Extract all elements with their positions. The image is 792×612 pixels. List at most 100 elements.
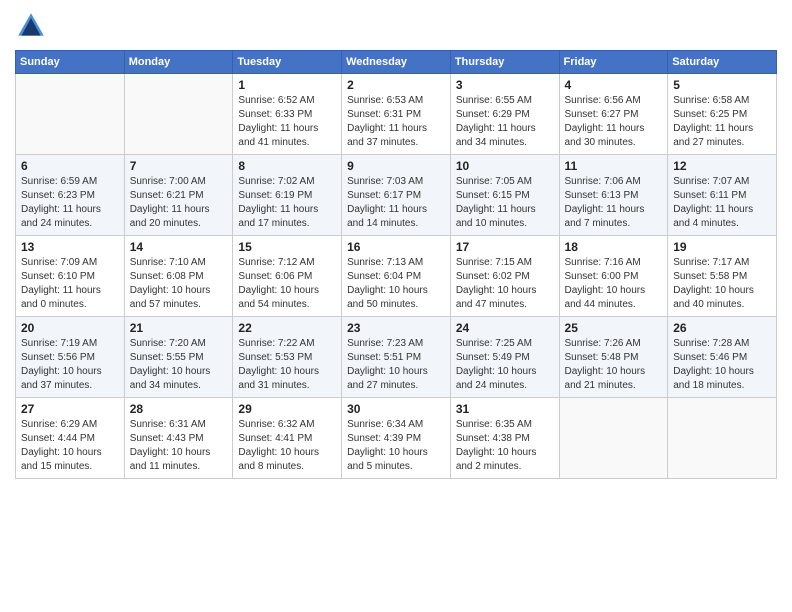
page: SundayMondayTuesdayWednesdayThursdayFrid… [0, 0, 792, 494]
day-of-week-header: Thursday [450, 51, 559, 74]
calendar-cell: 25 Sunrise: 7:26 AM Sunset: 5:48 PM Dayli… [559, 317, 668, 398]
day-number: 10 [456, 159, 554, 173]
calendar-cell: 21 Sunrise: 7:20 AM Sunset: 5:55 PM Dayli… [124, 317, 233, 398]
day-number: 24 [456, 321, 554, 335]
day-number: 25 [565, 321, 663, 335]
calendar-week-row: 13 Sunrise: 7:09 AM Sunset: 6:10 PM Dayli… [16, 236, 777, 317]
calendar-cell: 4 Sunrise: 6:56 AM Sunset: 6:27 PM Daylig… [559, 74, 668, 155]
logo [15, 10, 51, 42]
day-number: 19 [673, 240, 771, 254]
day-info: Sunrise: 7:07 AM Sunset: 6:11 PM Dayligh… [673, 175, 771, 231]
calendar-week-row: 27 Sunrise: 6:29 AM Sunset: 4:44 PM Dayli… [16, 398, 777, 479]
day-info: Sunrise: 6:55 AM Sunset: 6:29 PM Dayligh… [456, 94, 554, 150]
calendar-cell: 23 Sunrise: 7:23 AM Sunset: 5:51 PM Dayli… [342, 317, 451, 398]
day-info: Sunrise: 7:16 AM Sunset: 6:00 PM Dayligh… [565, 256, 663, 312]
calendar-cell: 7 Sunrise: 7:00 AM Sunset: 6:21 PM Daylig… [124, 155, 233, 236]
day-number: 14 [130, 240, 228, 254]
logo-icon [15, 10, 47, 42]
calendar-cell: 18 Sunrise: 7:16 AM Sunset: 6:00 PM Dayli… [559, 236, 668, 317]
day-number: 22 [238, 321, 336, 335]
calendar-week-row: 6Sunrise: 6:59 AM Sunset: 6:23 PM Daylig… [16, 155, 777, 236]
day-number: 4 [565, 78, 663, 92]
calendar-cell: 26 Sunrise: 7:28 AM Sunset: 5:46 PM Dayli… [668, 317, 777, 398]
day-info: Sunrise: 7:17 AM Sunset: 5:58 PM Dayligh… [673, 256, 771, 312]
day-number: 9 [347, 159, 445, 173]
calendar-cell: 9 Sunrise: 7:03 AM Sunset: 6:17 PM Daylig… [342, 155, 451, 236]
day-info: Sunrise: 7:28 AM Sunset: 5:46 PM Dayligh… [673, 337, 771, 393]
calendar-cell: 1 Sunrise: 6:52 AM Sunset: 6:33 PM Daylig… [233, 74, 342, 155]
calendar-cell: 13 Sunrise: 7:09 AM Sunset: 6:10 PM Dayli… [16, 236, 125, 317]
day-number: 8 [238, 159, 336, 173]
day-number: 2 [347, 78, 445, 92]
days-of-week-row: SundayMondayTuesdayWednesdayThursdayFrid… [16, 51, 777, 74]
day-number: 18 [565, 240, 663, 254]
day-info: Sunrise: 7:23 AM Sunset: 5:51 PM Dayligh… [347, 337, 445, 393]
day-number: 3 [456, 78, 554, 92]
day-info: Sunrise: 7:09 AM Sunset: 6:10 PM Dayligh… [21, 256, 119, 312]
day-info: Sunrise: 6:34 AM Sunset: 4:39 PM Dayligh… [347, 418, 445, 474]
calendar-week-row: 20 Sunrise: 7:19 AM Sunset: 5:56 PM Dayli… [16, 317, 777, 398]
day-number: 29 [238, 402, 336, 416]
calendar-week-row: 1 Sunrise: 6:52 AM Sunset: 6:33 PM Daylig… [16, 74, 777, 155]
day-info: Sunrise: 7:20 AM Sunset: 5:55 PM Dayligh… [130, 337, 228, 393]
day-info: Sunrise: 7:05 AM Sunset: 6:15 PM Dayligh… [456, 175, 554, 231]
day-number: 13 [21, 240, 119, 254]
day-info: Sunrise: 6:56 AM Sunset: 6:27 PM Dayligh… [565, 94, 663, 150]
day-number: 5 [673, 78, 771, 92]
calendar-cell: 29Sunrise: 6:32 AM Sunset: 4:41 PM Dayli… [233, 398, 342, 479]
day-number: 7 [130, 159, 228, 173]
day-number: 23 [347, 321, 445, 335]
calendar-cell: 20 Sunrise: 7:19 AM Sunset: 5:56 PM Dayli… [16, 317, 125, 398]
calendar-cell [16, 74, 125, 155]
day-info: Sunrise: 7:19 AM Sunset: 5:56 PM Dayligh… [21, 337, 119, 393]
calendar-cell: 11 Sunrise: 7:06 AM Sunset: 6:13 PM Dayli… [559, 155, 668, 236]
day-info: Sunrise: 6:29 AM Sunset: 4:44 PM Dayligh… [21, 418, 119, 474]
calendar-cell: 27 Sunrise: 6:29 AM Sunset: 4:44 PM Dayli… [16, 398, 125, 479]
day-number: 15 [238, 240, 336, 254]
calendar-cell: 3 Sunrise: 6:55 AM Sunset: 6:29 PM Daylig… [450, 74, 559, 155]
day-number: 21 [130, 321, 228, 335]
day-info: Sunrise: 7:22 AM Sunset: 5:53 PM Dayligh… [238, 337, 336, 393]
day-of-week-header: Tuesday [233, 51, 342, 74]
day-info: Sunrise: 7:15 AM Sunset: 6:02 PM Dayligh… [456, 256, 554, 312]
calendar-cell: 16Sunrise: 7:13 AM Sunset: 6:04 PM Dayli… [342, 236, 451, 317]
calendar-cell: 2Sunrise: 6:53 AM Sunset: 6:31 PM Daylig… [342, 74, 451, 155]
calendar-cell: 30 Sunrise: 6:34 AM Sunset: 4:39 PM Dayli… [342, 398, 451, 479]
calendar-cell: 8 Sunrise: 7:02 AM Sunset: 6:19 PM Daylig… [233, 155, 342, 236]
day-info: Sunrise: 6:58 AM Sunset: 6:25 PM Dayligh… [673, 94, 771, 150]
day-number: 20 [21, 321, 119, 335]
calendar-cell: 5 Sunrise: 6:58 AM Sunset: 6:25 PM Daylig… [668, 74, 777, 155]
day-info: Sunrise: 7:06 AM Sunset: 6:13 PM Dayligh… [565, 175, 663, 231]
calendar-cell: 19 Sunrise: 7:17 AM Sunset: 5:58 PM Dayli… [668, 236, 777, 317]
day-info: Sunrise: 6:59 AM Sunset: 6:23 PM Dayligh… [21, 175, 119, 231]
day-info: Sunrise: 6:35 AM Sunset: 4:38 PM Dayligh… [456, 418, 554, 474]
day-of-week-header: Friday [559, 51, 668, 74]
day-number: 1 [238, 78, 336, 92]
calendar-cell: 10 Sunrise: 7:05 AM Sunset: 6:15 PM Dayli… [450, 155, 559, 236]
day-of-week-header: Sunday [16, 51, 125, 74]
calendar-cell [668, 398, 777, 479]
day-number: 30 [347, 402, 445, 416]
header [15, 10, 777, 42]
calendar-body: 1 Sunrise: 6:52 AM Sunset: 6:33 PM Daylig… [16, 74, 777, 479]
day-info: Sunrise: 7:03 AM Sunset: 6:17 PM Dayligh… [347, 175, 445, 231]
day-number: 11 [565, 159, 663, 173]
calendar-cell: 15Sunrise: 7:12 AM Sunset: 6:06 PM Dayli… [233, 236, 342, 317]
day-info: Sunrise: 6:31 AM Sunset: 4:43 PM Dayligh… [130, 418, 228, 474]
day-info: Sunrise: 7:25 AM Sunset: 5:49 PM Dayligh… [456, 337, 554, 393]
calendar-cell [559, 398, 668, 479]
day-info: Sunrise: 7:26 AM Sunset: 5:48 PM Dayligh… [565, 337, 663, 393]
day-info: Sunrise: 6:52 AM Sunset: 6:33 PM Dayligh… [238, 94, 336, 150]
day-info: Sunrise: 7:10 AM Sunset: 6:08 PM Dayligh… [130, 256, 228, 312]
calendar-cell: 17Sunrise: 7:15 AM Sunset: 6:02 PM Dayli… [450, 236, 559, 317]
day-number: 16 [347, 240, 445, 254]
calendar-cell: 14 Sunrise: 7:10 AM Sunset: 6:08 PM Dayli… [124, 236, 233, 317]
calendar-cell: 24 Sunrise: 7:25 AM Sunset: 5:49 PM Dayli… [450, 317, 559, 398]
calendar-cell: 28Sunrise: 6:31 AM Sunset: 4:43 PM Dayli… [124, 398, 233, 479]
day-info: Sunrise: 7:00 AM Sunset: 6:21 PM Dayligh… [130, 175, 228, 231]
day-number: 12 [673, 159, 771, 173]
day-info: Sunrise: 7:02 AM Sunset: 6:19 PM Dayligh… [238, 175, 336, 231]
day-number: 27 [21, 402, 119, 416]
day-number: 26 [673, 321, 771, 335]
day-of-week-header: Wednesday [342, 51, 451, 74]
